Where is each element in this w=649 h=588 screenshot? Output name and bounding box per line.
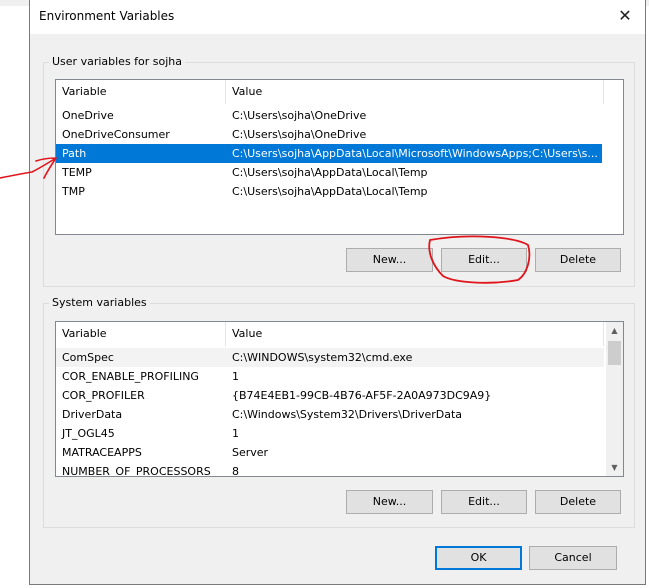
variable-value: C:\Users\sojha\AppData\Local\Microsoft\W… [232, 147, 598, 160]
variable-name: ComSpec [62, 351, 114, 364]
variable-name: COR_PROFILER [62, 389, 145, 402]
variable-value: C:\Users\sojha\OneDrive [232, 109, 367, 122]
table-row[interactable]: COR_PROFILER {B74E4EB1-99CB-4B76-AF5F-2A… [56, 386, 604, 405]
variable-value: 1 [232, 370, 239, 383]
vertical-scrollbar[interactable]: ▲ ▼ [606, 322, 623, 476]
variable-value: C:\Windows\System32\Drivers\DriverData [232, 408, 463, 421]
table-row[interactable]: OneDrive C:\Users\sojha\OneDrive [56, 106, 602, 125]
variable-name: MATRACEAPPS [62, 446, 142, 459]
variable-name: TMP [62, 185, 85, 198]
system-new-button[interactable]: New... [346, 490, 433, 514]
variable-name: OneDrive [62, 109, 114, 122]
table-row[interactable]: TMP C:\Users\sojha\AppData\Local\Temp [56, 182, 602, 201]
column-header-value[interactable]: Value [226, 80, 604, 104]
table-row[interactable]: DriverData C:\Windows\System32\Drivers\D… [56, 405, 604, 424]
variable-value: C:\Users\sojha\AppData\Local\Temp [232, 166, 428, 179]
variable-value: 1 [232, 427, 239, 440]
table-row[interactable]: JT_OGL45 1 [56, 424, 604, 443]
variable-name: Path [62, 147, 87, 160]
scroll-up-icon[interactable]: ▲ [606, 322, 623, 339]
system-delete-button[interactable]: Delete [535, 490, 621, 514]
variable-value: 8 [232, 465, 239, 477]
ok-button[interactable]: OK [435, 546, 522, 570]
user-variables-list[interactable]: Variable Value OneDrive C:\Users\sojha\O… [55, 79, 624, 235]
environment-variables-dialog: Environment Variables ✕ User variables f… [29, 0, 646, 585]
system-edit-button[interactable]: Edit... [441, 490, 527, 514]
dialog-title: Environment Variables [39, 9, 175, 23]
variable-value: C:\WINDOWS\system32\cmd.exe [232, 351, 413, 364]
variable-name: NUMBER_OF_PROCESSORS [62, 465, 211, 477]
table-row[interactable]: OneDriveConsumer C:\Users\sojha\OneDrive [56, 125, 602, 144]
variable-name: TEMP [62, 166, 92, 179]
table-row[interactable]: TEMP C:\Users\sojha\AppData\Local\Temp [56, 163, 602, 182]
table-row[interactable]: NUMBER_OF_PROCESSORS 8 [56, 462, 604, 477]
variable-value: {B74E4EB1-99CB-4B76-AF5F-2A0A973DC9A9} [232, 389, 492, 402]
user-delete-button[interactable]: Delete [535, 248, 621, 272]
system-list-header: Variable Value [56, 322, 604, 346]
user-new-button[interactable]: New... [346, 248, 433, 272]
title-bar: Environment Variables ✕ [30, 0, 645, 34]
table-row[interactable]: ComSpec C:\WINDOWS\system32\cmd.exe [56, 348, 604, 367]
system-variables-label: System variables [49, 296, 150, 309]
table-row[interactable]: COR_ENABLE_PROFILING 1 [56, 367, 604, 386]
user-list-header: Variable Value [56, 80, 604, 104]
table-row-selected[interactable]: Path C:\Users\sojha\AppData\Local\Micros… [56, 144, 602, 163]
column-header-value[interactable]: Value [226, 322, 604, 346]
column-header-variable[interactable]: Variable [56, 322, 226, 346]
table-row[interactable]: MATRACEAPPS Server [56, 443, 604, 462]
system-variables-list[interactable]: Variable Value ComSpec C:\WINDOWS\system… [55, 321, 624, 477]
variable-value: Server [232, 446, 269, 459]
column-header-variable[interactable]: Variable [56, 80, 226, 104]
close-icon[interactable]: ✕ [615, 6, 635, 26]
user-variables-label: User variables for sojha [49, 55, 186, 68]
variable-name: OneDriveConsumer [62, 128, 170, 141]
variable-value: C:\Users\sojha\AppData\Local\Temp [232, 185, 428, 198]
variable-value: C:\Users\sojha\OneDrive [232, 128, 367, 141]
variable-name: DriverData [62, 408, 123, 421]
variable-name: COR_ENABLE_PROFILING [62, 370, 199, 383]
user-edit-button[interactable]: Edit... [441, 248, 527, 272]
scroll-down-icon[interactable]: ▼ [606, 459, 623, 476]
scrollbar-thumb[interactable] [608, 341, 621, 365]
variable-name: JT_OGL45 [62, 427, 115, 440]
cancel-button[interactable]: Cancel [529, 546, 617, 570]
